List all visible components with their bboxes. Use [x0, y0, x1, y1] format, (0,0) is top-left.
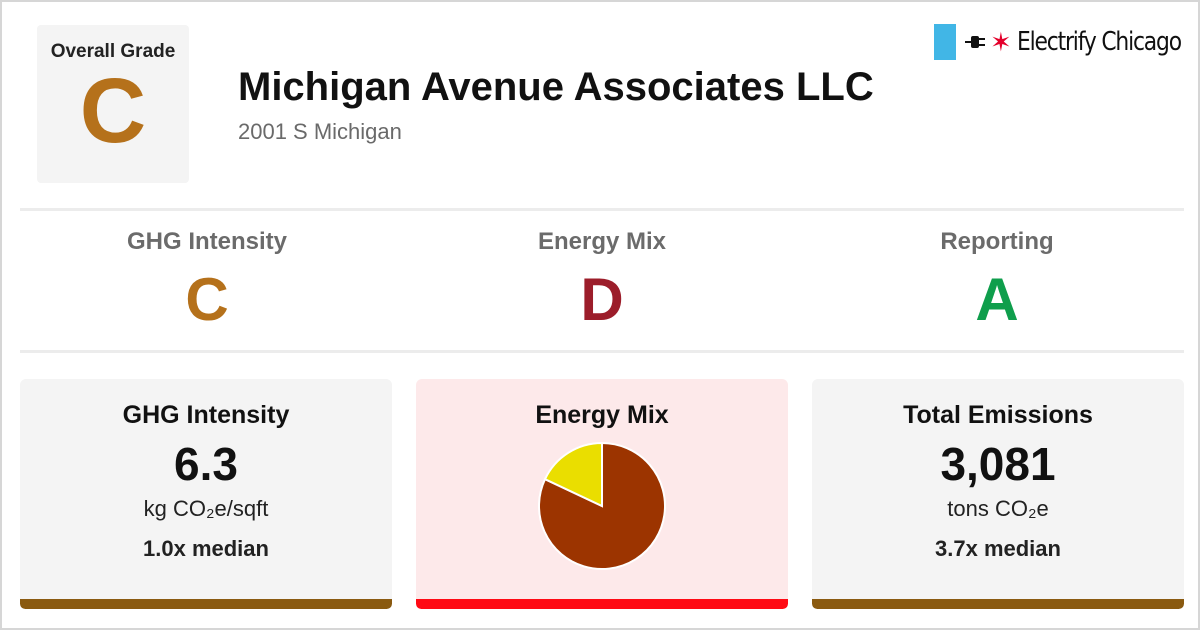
sub-grade-letter: D: [580, 266, 624, 333]
sub-grade-label: Energy Mix: [537, 228, 667, 255]
total-emissions-card: Total Emissions 3,081 tons CO₂e 3.7x med…: [812, 379, 1184, 609]
ghg-intensity-median: 1.0x median: [143, 536, 269, 561]
total-emissions-median: 3.7x median: [935, 536, 1061, 561]
star-icon: ✶: [990, 27, 1012, 57]
brand-logo[interactable]: ✶ Electrify Chicago: [934, 24, 1200, 60]
sub-grade-label: GHG Intensity: [126, 228, 288, 255]
building-title: Michigan Avenue Associates LLC: [238, 65, 874, 109]
sub-grade-letter: A: [975, 266, 1019, 333]
card-accent-bar: [812, 599, 1184, 609]
chicago-flag-icon: [934, 24, 956, 60]
sub-grade-reporting: Reporting A: [807, 228, 1187, 332]
divider-top: [20, 208, 1184, 211]
sub-grade-ghg: GHG Intensity C: [17, 228, 397, 332]
card-accent-bar: [416, 599, 788, 609]
total-emissions-unit: tons CO₂e: [947, 496, 1049, 521]
ghg-intensity-value: 6.3: [174, 438, 238, 490]
sub-grade-energy-mix: Energy Mix D: [412, 228, 792, 332]
sub-grade-label: Reporting: [940, 228, 1054, 255]
total-emissions-value: 3,081: [940, 438, 1056, 490]
overall-grade-letter: C: [79, 60, 147, 162]
card-title: GHG Intensity: [122, 401, 290, 429]
sub-grade-letter: C: [185, 266, 229, 333]
card-title: Total Emissions: [903, 401, 1093, 429]
building-address: 2001 S Michigan: [238, 119, 402, 144]
card-title: Energy Mix: [535, 401, 669, 429]
overall-grade-box: Overall Grade C: [37, 25, 189, 183]
ghg-intensity-unit: kg CO₂e/sqft: [143, 496, 269, 521]
divider-bottom: [20, 350, 1184, 353]
energy-mix-card: Energy Mix: [416, 379, 788, 609]
plug-icon: [965, 36, 985, 48]
ghg-intensity-card: GHG Intensity 6.3 kg CO₂e/sqft 1.0x medi…: [20, 379, 392, 609]
card-accent-bar: [20, 599, 392, 609]
energy-mix-pie-chart: [538, 441, 666, 570]
card-frame: Overall Grade C Michigan Avenue Associat…: [0, 0, 1200, 630]
brand-name: Electrify Chicago: [1016, 27, 1182, 57]
